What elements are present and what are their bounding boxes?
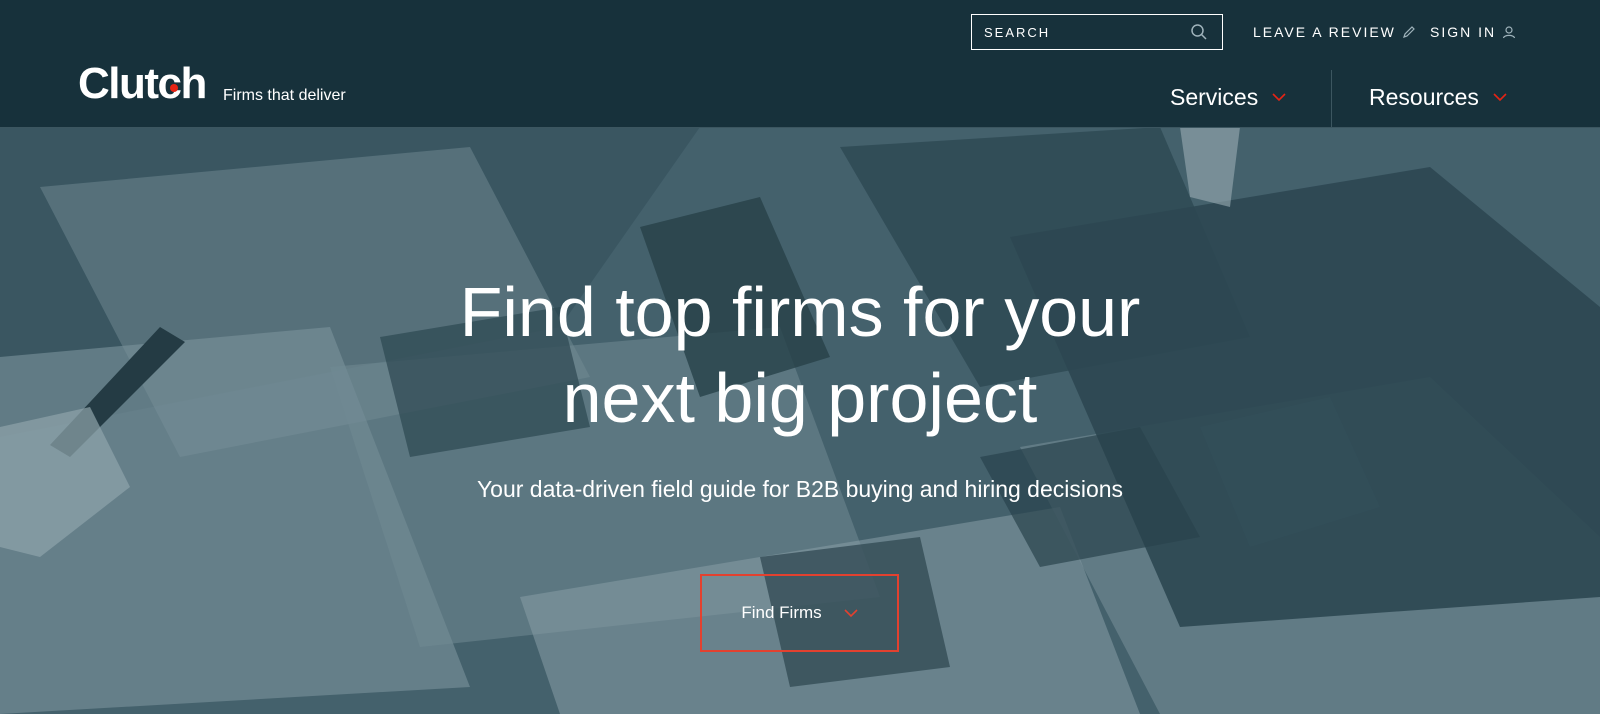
- site-header: Clutch Firms that deliver LEAVE A REVIEW…: [0, 0, 1600, 128]
- find-firms-label: Find Firms: [741, 603, 822, 622]
- search-box: [971, 14, 1223, 50]
- leave-review-label: LEAVE A REVIEW: [1253, 24, 1396, 40]
- logo-tagline: Firms that deliver: [223, 87, 346, 104]
- logo-wordmark: Clutch: [78, 59, 207, 108]
- page: Clutch Firms that deliver LEAVE A REVIEW…: [0, 0, 1600, 714]
- hero-title-line-1: Find top firms for your: [459, 273, 1141, 351]
- pencil-icon: [1402, 26, 1415, 38]
- chevron-down-icon: [1493, 93, 1507, 102]
- search-icon[interactable]: [1190, 23, 1208, 41]
- search-input[interactable]: [972, 15, 1190, 49]
- clutch-logo[interactable]: Clutch: [78, 59, 207, 108]
- nav-resources[interactable]: Resources: [1369, 84, 1507, 111]
- nav-services[interactable]: Services: [1170, 84, 1286, 111]
- chevron-down-icon: [1272, 93, 1286, 102]
- nav-divider: [1331, 70, 1332, 127]
- nav-resources-label: Resources: [1369, 84, 1479, 110]
- hero-subtitle: Your data-driven field guide for B2B buy…: [476, 476, 1124, 502]
- hero-title: Find top firms for your next big project: [300, 269, 1300, 441]
- sign-in-link[interactable]: SIGN IN: [1430, 24, 1516, 40]
- user-icon: [1503, 26, 1516, 39]
- sign-in-label: SIGN IN: [1430, 24, 1497, 40]
- find-firms-button[interactable]: Find Firms: [700, 574, 899, 652]
- hero-section: Find top firms for your next big project…: [0, 127, 1600, 714]
- logo-dot: [170, 84, 178, 92]
- hero-title-line-2: next big project: [562, 359, 1038, 437]
- leave-review-link[interactable]: LEAVE A REVIEW: [1253, 24, 1416, 40]
- chevron-down-icon: [844, 608, 858, 617]
- nav-services-label: Services: [1170, 84, 1259, 110]
